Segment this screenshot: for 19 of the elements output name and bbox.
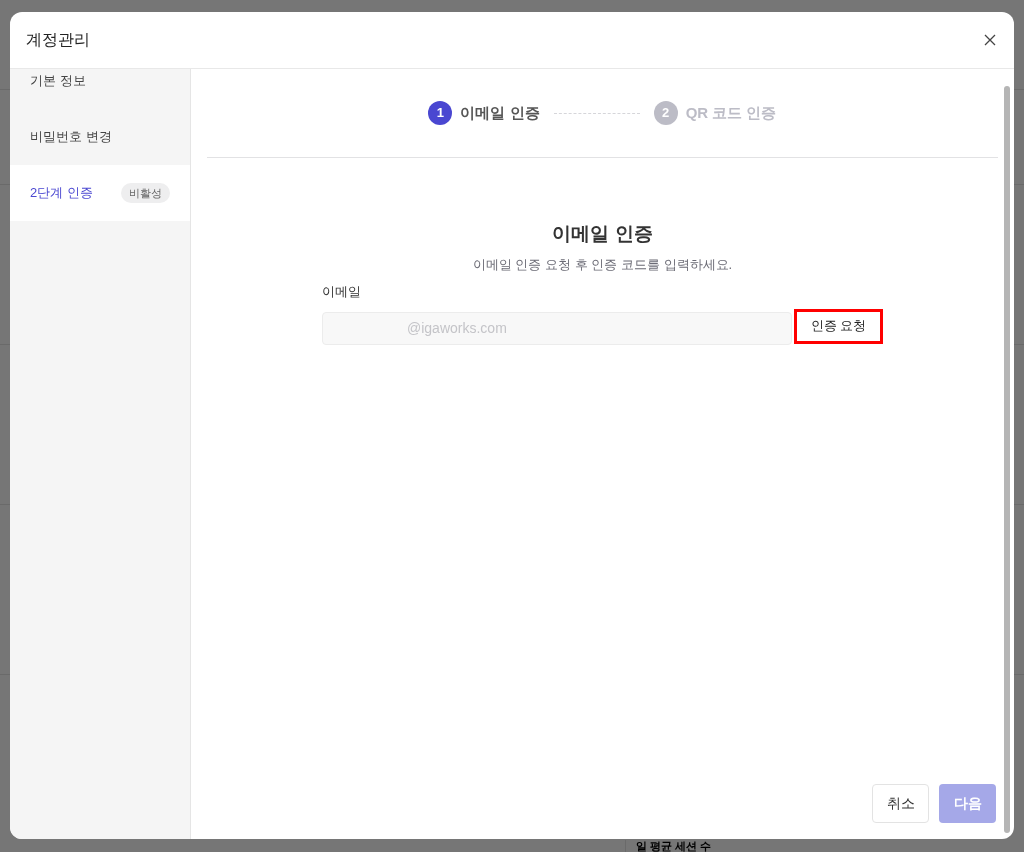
section-description: 이메일 인증 요청 후 인증 코드를 입력하세요. <box>472 255 733 274</box>
section-heading: 이메일 인증 <box>552 222 653 246</box>
status-badge: 비활성 <box>121 182 170 204</box>
step-label: 이메일 인증 <box>460 102 540 123</box>
step-number: 1 <box>428 101 453 125</box>
sidebar-item-label: 비밀번호 변경 <box>30 128 112 147</box>
close-icon[interactable] <box>984 34 996 46</box>
sidebar-item-label: 2단계 인증 <box>30 184 93 203</box>
field-label: 이메일 <box>322 283 361 301</box>
step-label: QR 코드 인증 <box>685 102 777 123</box>
sidebar-item-label: 기본 정보 <box>30 72 86 91</box>
dialog-title: 계정관리 <box>26 30 90 50</box>
sidebar-item[interactable]: 2단계 인증 비활성 <box>10 165 190 221</box>
sidebar-item[interactable]: 비밀번호 변경 <box>10 109 190 165</box>
request-button[interactable]: 인증 요청 <box>794 308 883 344</box>
step-number: 2 <box>653 101 678 125</box>
background-caption: 일 평균 세션 수 <box>636 840 712 852</box>
cancel-button[interactable]: 취소 <box>872 784 929 823</box>
sidebar-item[interactable]: 기본 정보 <box>10 69 190 109</box>
